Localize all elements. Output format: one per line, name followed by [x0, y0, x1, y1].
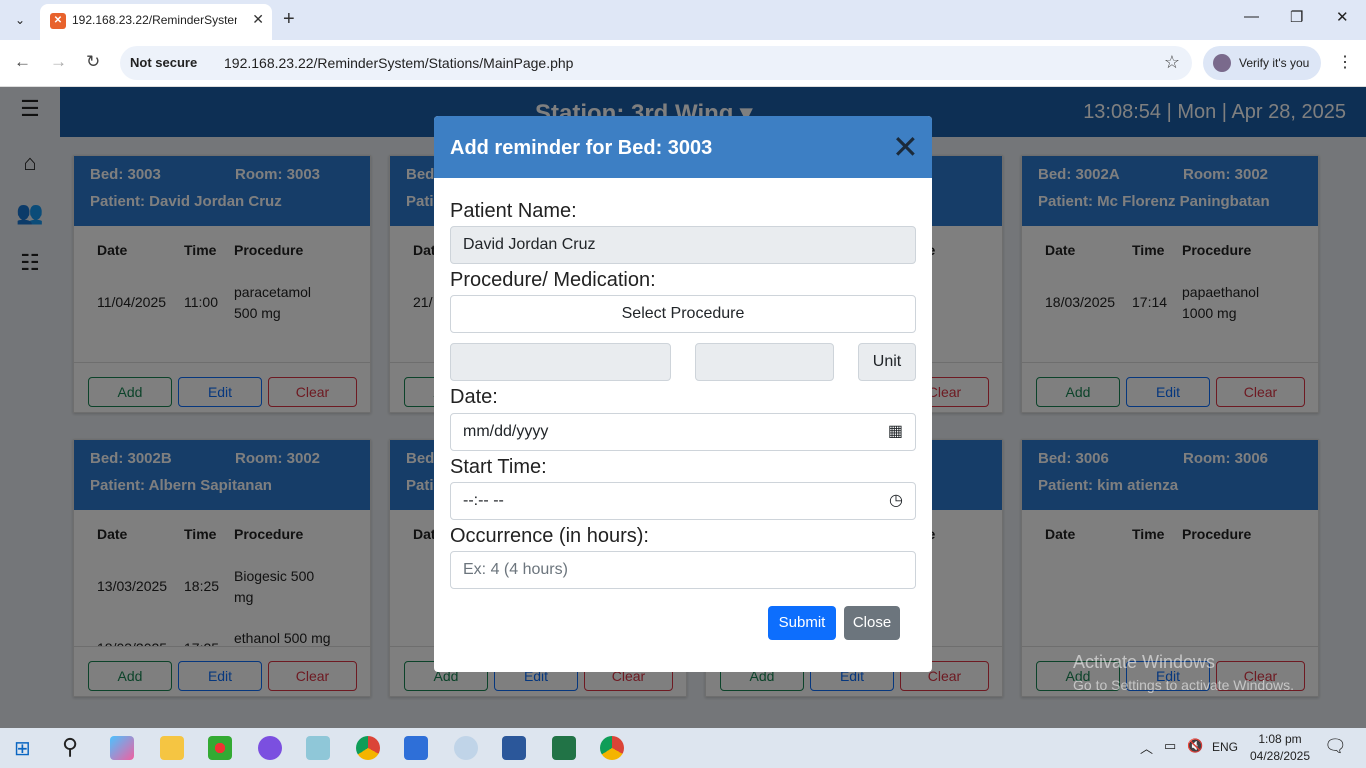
submit-button[interactable]: Submit	[768, 606, 836, 640]
unit-field[interactable]: Unit	[858, 343, 916, 381]
close-icon[interactable]: ✕	[892, 131, 919, 163]
verify-profile-button[interactable]: Verify it's you	[1203, 46, 1321, 80]
close-button[interactable]: Close	[844, 606, 900, 640]
notifications-icon[interactable]: 🗨	[1324, 736, 1347, 757]
start-time-label: Start Time:	[450, 456, 547, 478]
time-placeholder: --:-- --	[463, 492, 504, 509]
add-reminder-modal: Add reminder for Bed: 3003 ✕ Patient Nam…	[434, 116, 932, 672]
browser-tab[interactable]: ✕ 192.168.23.22/ReminderSystem ✕	[40, 4, 272, 40]
taskbar: ⊞ ⚲ ︿ ▭ 🔇 ENG 1:08 pm 04/28/2025 🗨	[0, 728, 1366, 768]
tab-close-icon[interactable]: ✕	[252, 11, 264, 28]
new-tab-icon[interactable]: +	[283, 8, 295, 31]
tray-date[interactable]: 04/28/2025	[1245, 749, 1315, 763]
file-explorer-icon[interactable]	[160, 736, 184, 760]
close-window-icon[interactable]: ✕	[1336, 8, 1349, 26]
not-secure-badge[interactable]: Not secure	[130, 55, 197, 70]
url-text[interactable]: 192.168.23.22/ReminderSystem/Stations/Ma…	[224, 55, 573, 71]
app-icon-3[interactable]	[454, 736, 478, 760]
chrome-icon-2[interactable]	[600, 736, 624, 760]
windows-start-icon[interactable]: ⊞	[14, 736, 31, 761]
omnibox[interactable]: Not secure 192.168.23.22/ReminderSystem/…	[120, 46, 1192, 80]
browser-tab-strip: ⌄ ✕ 192.168.23.22/ReminderSystem ✕ + — ❐…	[0, 0, 1366, 40]
reload-icon[interactable]: ↻	[86, 52, 100, 72]
excel-icon[interactable]	[552, 736, 576, 760]
forward-icon[interactable]: →	[50, 52, 67, 72]
back-icon[interactable]: ←	[14, 52, 31, 72]
modal-title: Add reminder for Bed: 3003	[450, 137, 713, 159]
date-placeholder: mm/dd/yyyy	[463, 423, 549, 440]
address-bar-row: ← → ↻ Not secure 192.168.23.22/ReminderS…	[0, 40, 1366, 87]
network-icon[interactable]: ▭	[1164, 738, 1176, 754]
search-icon[interactable]: ⚲	[62, 734, 78, 760]
copilot-icon[interactable]	[110, 736, 134, 760]
procedure-select[interactable]: Select Procedure	[450, 295, 916, 333]
occurrence-input[interactable]: Ex: 4 (4 hours)	[450, 551, 916, 589]
app-icon-2[interactable]	[306, 736, 330, 760]
date-input[interactable]: mm/dd/yyyy ▦	[450, 413, 916, 451]
tray-time[interactable]: 1:08 pm	[1250, 732, 1310, 746]
amount-field[interactable]	[695, 343, 834, 381]
browser-menu-icon[interactable]: ⋮	[1337, 52, 1353, 72]
restore-icon[interactable]: ❐	[1290, 8, 1303, 26]
patient-name-label: Patient Name:	[450, 200, 577, 222]
xampp-favicon-icon: ✕	[50, 13, 66, 29]
modal-header: Add reminder for Bed: 3003 ✕	[434, 116, 932, 178]
date-label: Date:	[450, 386, 498, 408]
minimize-icon[interactable]: —	[1244, 8, 1259, 25]
calendar-icon[interactable]: ▦	[888, 414, 903, 450]
clock-icon[interactable]: ◷	[889, 483, 903, 519]
start-time-input[interactable]: --:-- -- ◷	[450, 482, 916, 520]
avatar	[1213, 54, 1231, 72]
activate-windows-title: Activate Windows	[1073, 652, 1216, 672]
tab-title: 192.168.23.22/ReminderSystem	[72, 13, 237, 27]
volume-icon[interactable]: 🔇	[1187, 738, 1203, 754]
word-icon[interactable]	[502, 736, 526, 760]
tab-search-icon[interactable]: ⌄	[10, 10, 30, 30]
dosage-field[interactable]	[450, 343, 671, 381]
app-icon[interactable]	[208, 736, 232, 760]
calculator-icon[interactable]	[404, 736, 428, 760]
activate-windows-subtitle: Go to Settings to activate Windows.	[1073, 677, 1294, 693]
bookmark-star-icon[interactable]: ☆	[1164, 52, 1180, 73]
patient-name-field[interactable]: David Jordan Cruz	[450, 226, 916, 264]
procedure-label: Procedure/ Medication:	[450, 269, 656, 291]
viber-icon[interactable]	[258, 736, 282, 760]
tray-chevron-icon[interactable]: ︿	[1140, 738, 1153, 757]
chrome-icon[interactable]	[356, 736, 380, 760]
language-indicator[interactable]: ENG	[1212, 740, 1238, 754]
occurrence-label: Occurrence (in hours):	[450, 525, 649, 547]
